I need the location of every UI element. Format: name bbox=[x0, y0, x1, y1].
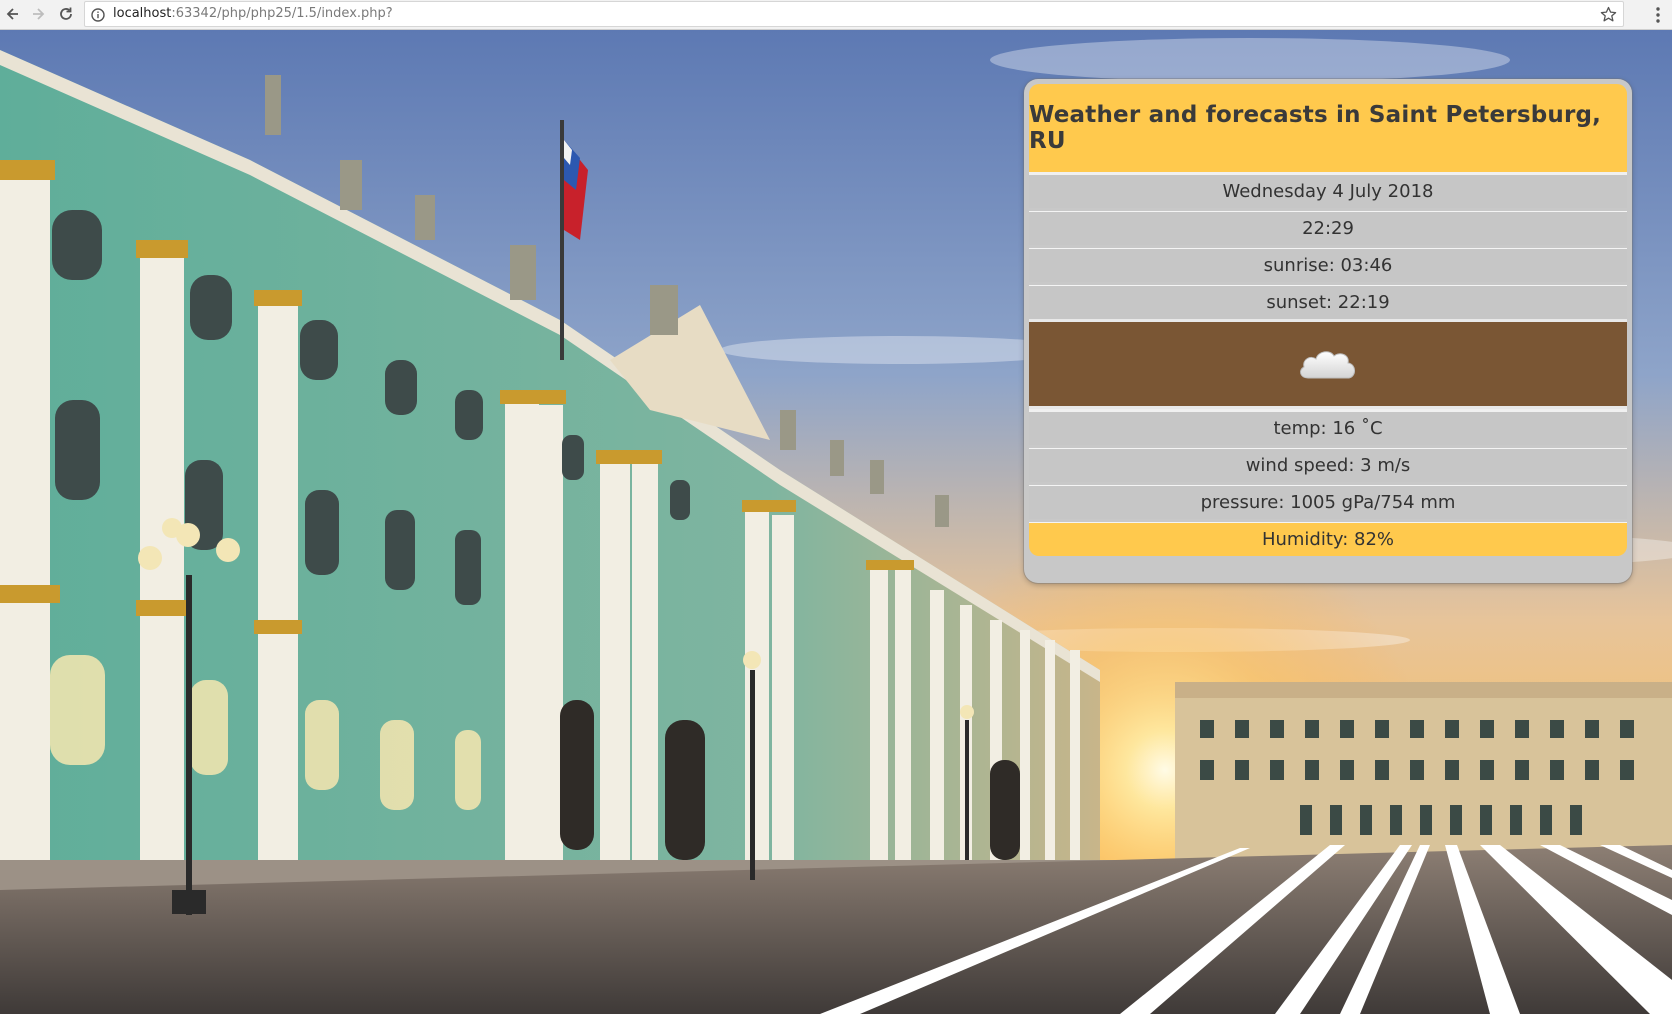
weather-widget: Weather and forecasts in Saint Petersbur… bbox=[1024, 79, 1632, 583]
url-text: localhost:63342/php/php25/1.5/index.php? bbox=[113, 6, 393, 21]
sunset-row: sunset: 22:19 bbox=[1029, 285, 1627, 319]
cloud-icon bbox=[1300, 351, 1355, 379]
back-icon[interactable] bbox=[2, 3, 24, 25]
weather-icon-row bbox=[1029, 319, 1627, 409]
wind-row: wind speed: 3 m/s bbox=[1029, 448, 1627, 482]
url-host: localhost bbox=[113, 6, 172, 21]
time-row: 22:29 bbox=[1029, 211, 1627, 245]
widget-title: Weather and forecasts in Saint Petersbur… bbox=[1029, 84, 1627, 172]
page-viewport: Weather and forecasts in Saint Petersbur… bbox=[0, 30, 1672, 1014]
star-icon[interactable] bbox=[1600, 6, 1617, 23]
date-row: Wednesday 4 July 2018 bbox=[1029, 172, 1627, 208]
humidity-row: Humidity: 82% bbox=[1029, 522, 1627, 556]
browser-toolbar: localhost:63342/php/php25/1.5/index.php? bbox=[0, 0, 1672, 30]
pressure-row: pressure: 1005 gPa/754 mm bbox=[1029, 485, 1627, 519]
menu-icon[interactable] bbox=[1648, 4, 1668, 26]
reload-icon[interactable] bbox=[55, 3, 77, 25]
info-icon[interactable] bbox=[91, 7, 105, 22]
forward-icon[interactable] bbox=[27, 3, 49, 25]
sunrise-row: sunrise: 03:46 bbox=[1029, 248, 1627, 282]
temp-row: temp: 16 ˚C bbox=[1029, 409, 1627, 445]
url-path: :63342/php/php25/1.5/index.php? bbox=[171, 6, 393, 21]
address-bar[interactable]: localhost:63342/php/php25/1.5/index.php? bbox=[84, 1, 1624, 27]
